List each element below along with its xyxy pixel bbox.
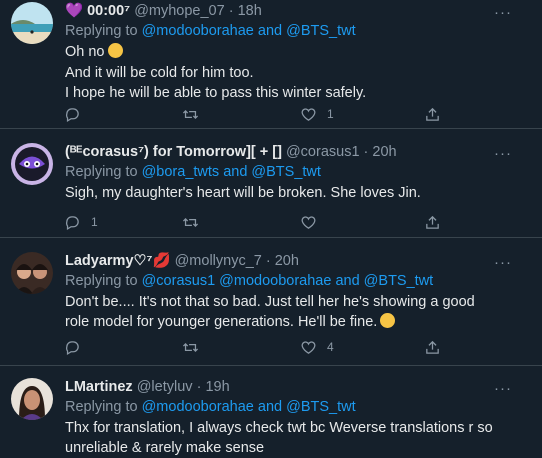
tweet-text: Thx for translation, I always check twt …: [65, 420, 493, 456]
avatar[interactable]: [11, 252, 53, 294]
tweet-header: LMartinez @letyluv · 19h: [65, 377, 502, 397]
tweet-header: Ladyarmy♡⁷💋 @mollynyc_7 · 20h: [65, 251, 502, 271]
tweet[interactable]: (ᴮᴱcorasus⁷) for Tomorrow][ + [] @corasu…: [0, 128, 542, 238]
timestamp[interactable]: 20h: [275, 253, 299, 269]
tweet[interactable]: 💜 00:00⁷ @myhope_07 · 18h Replying to @m…: [0, 0, 542, 129]
display-name[interactable]: 💜 00:00⁷: [65, 3, 130, 19]
retweet-icon: [182, 217, 199, 227]
share-button[interactable]: [424, 104, 441, 124]
reply-button[interactable]: 1: [64, 212, 98, 232]
retweet-button[interactable]: [182, 104, 209, 124]
tweet-header: 💜 00:00⁷ @myhope_07 · 18h: [65, 1, 502, 21]
share-icon: [426, 215, 439, 229]
replying-to: Replying to @modooborahae and @BTS_twt: [65, 21, 502, 41]
share-icon: [426, 340, 439, 354]
reply-button[interactable]: [64, 104, 91, 124]
timestamp[interactable]: 19h: [205, 379, 229, 395]
share-icon: [426, 107, 439, 121]
reply-icon: [66, 340, 79, 355]
share-button[interactable]: [424, 212, 441, 232]
tweet-text: Sigh, my daughter's heart will be broken…: [65, 185, 421, 201]
avatar[interactable]: [11, 2, 53, 44]
like-icon: [301, 215, 316, 229]
reply-mentions[interactable]: @modooborahae and @BTS_twt: [142, 23, 356, 39]
separator-dot: ·: [196, 379, 202, 395]
reply-count: 1: [91, 215, 98, 229]
share-button[interactable]: [424, 337, 441, 357]
avatar[interactable]: [11, 143, 53, 185]
more-options-icon[interactable]: ···: [494, 4, 512, 21]
like-button[interactable]: 4: [300, 337, 334, 357]
replying-to: Replying to @bora_twts and @BTS_twt: [65, 162, 502, 182]
separator-dot: ·: [265, 253, 271, 269]
tweet-text-line: Oh no: [65, 44, 105, 60]
avatar[interactable]: [11, 378, 53, 420]
tweet-text: Don't be.... It's not that so bad. Just …: [65, 292, 502, 332]
like-count: 4: [327, 340, 334, 354]
tweet-actions: 1: [0, 212, 542, 232]
tweet[interactable]: LMartinez @letyluv · 19h Replying to @mo…: [0, 365, 542, 456]
more-options-icon[interactable]: ···: [494, 380, 512, 397]
separator-dot: ·: [228, 3, 234, 19]
display-name[interactable]: LMartinez: [65, 379, 133, 395]
user-handle[interactable]: @corasus1: [286, 144, 360, 160]
like-count: 1: [327, 107, 334, 121]
retweet-icon: [182, 342, 199, 352]
retweet-button[interactable]: [182, 212, 209, 232]
user-handle[interactable]: @letyluv: [137, 379, 193, 395]
replying-prefix: Replying to: [65, 399, 142, 415]
display-name[interactable]: Ladyarmy♡⁷💋: [65, 253, 171, 269]
separator-dot: ·: [363, 144, 369, 160]
like-button[interactable]: 1: [300, 104, 334, 124]
timestamp[interactable]: 18h: [238, 3, 262, 19]
tweet-text-line: Don't be.... It's not that so bad. Just …: [65, 294, 475, 330]
user-handle[interactable]: @mollynyc_7: [175, 253, 262, 269]
more-options-icon[interactable]: ···: [494, 254, 512, 271]
more-options-icon[interactable]: ···: [494, 145, 512, 162]
reply-mentions[interactable]: @bora_twts and @BTS_twt: [142, 164, 321, 180]
replying-prefix: Replying to: [65, 164, 142, 180]
reply-mentions[interactable]: @corasus1 @modooborahae and @BTS_twt: [142, 273, 434, 289]
tweet-text-rest: And it will be cold for him too. I hope …: [65, 65, 367, 101]
tweet[interactable]: Ladyarmy♡⁷💋 @mollynyc_7 · 20h Replying t…: [0, 237, 542, 366]
reply-mentions[interactable]: @modooborahae and @BTS_twt: [142, 399, 356, 415]
replying-prefix: Replying to: [65, 23, 142, 39]
user-handle[interactable]: @myhope_07: [134, 3, 225, 19]
reply-icon: [66, 215, 79, 230]
reply-icon: [66, 107, 79, 122]
tweet-actions: 1: [0, 104, 542, 124]
replying-prefix: Replying to: [65, 273, 142, 289]
tweet-header: (ᴮᴱcorasus⁷) for Tomorrow][ + [] @corasu…: [65, 142, 502, 162]
display-name[interactable]: (ᴮᴱcorasus⁷) for Tomorrow][ + []: [65, 144, 282, 160]
like-icon: [301, 107, 316, 121]
tweet-actions: 4: [0, 337, 542, 357]
tweet-text: Oh no: [65, 42, 502, 62]
hugging-face-emoji: [380, 313, 396, 328]
retweet-button[interactable]: [182, 337, 209, 357]
reply-button[interactable]: [64, 337, 91, 357]
timestamp[interactable]: 20h: [372, 144, 396, 160]
replying-to: Replying to @modooborahae and @BTS_twt: [65, 397, 502, 417]
like-button[interactable]: [300, 212, 327, 232]
worried-face-emoji: [107, 43, 123, 58]
retweet-icon: [182, 109, 199, 119]
like-icon: [301, 340, 316, 354]
replying-to: Replying to @corasus1 @modooborahae and …: [65, 271, 502, 291]
